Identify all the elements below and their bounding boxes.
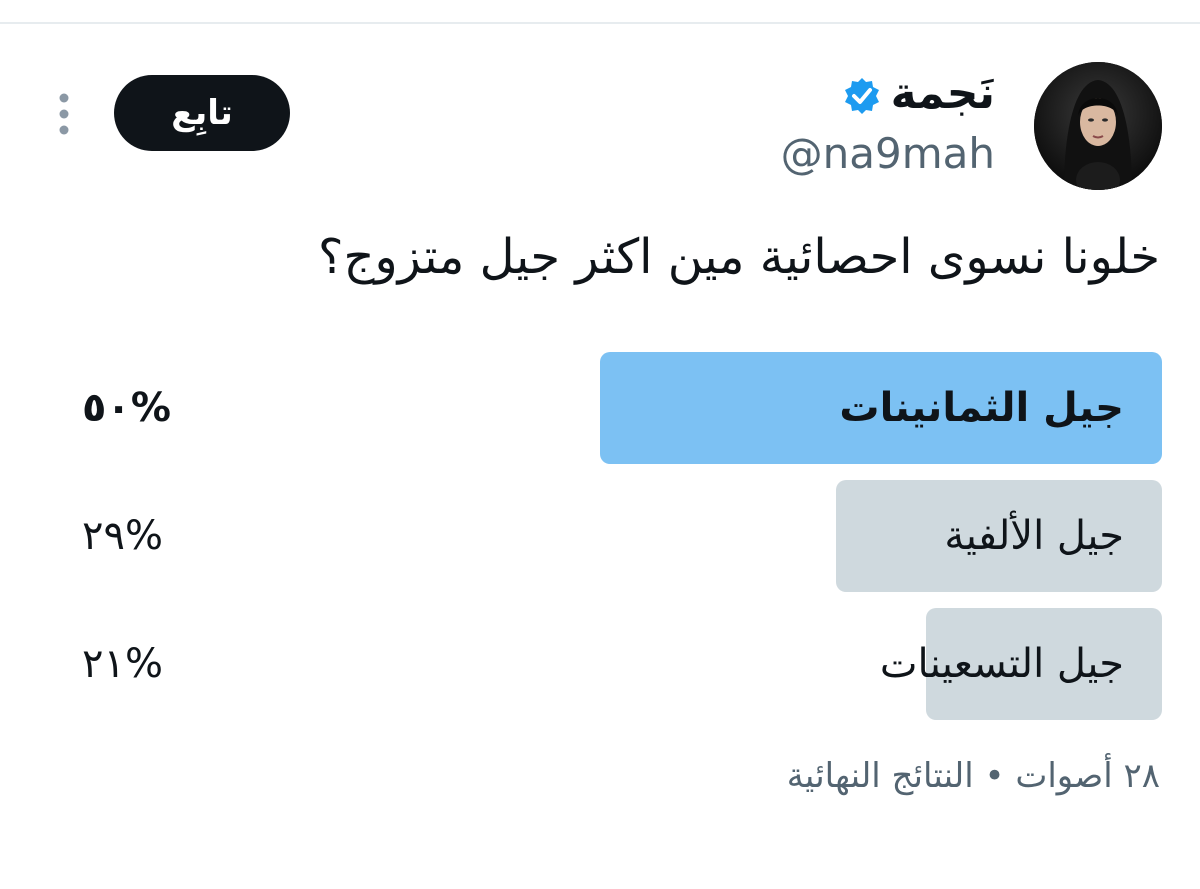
avatar[interactable] <box>1034 62 1162 190</box>
poll-option: جيل الألفية %٢٩ <box>0 478 1200 594</box>
poll-option: جيل التسعينات %٢١ <box>0 606 1200 722</box>
user-handle[interactable]: @na9mah <box>781 128 995 180</box>
tweet-text: خلونا نسوى احصائية مين اكثر جيل متزوج؟ <box>318 229 1160 285</box>
poll-meta: ٢٨ أصوات • النتائج النهائية <box>786 756 1160 796</box>
display-name[interactable]: نَجمة <box>891 66 995 122</box>
poll-option-label: جيل الثمانينات <box>839 385 1124 431</box>
tweet-header: نَجمة @na9mah تابِع <box>0 0 1200 200</box>
poll-option-label: جيل الألفية <box>944 513 1124 559</box>
verified-badge-icon <box>842 76 882 116</box>
poll: جيل الثمانينات %٥٠ جيل الألفية %٢٩ جيل ا… <box>0 350 1200 730</box>
more-vertical-icon[interactable] <box>54 90 74 138</box>
poll-option-percent: %٢١ <box>82 641 163 687</box>
poll-option-label: جيل التسعينات <box>879 641 1124 687</box>
follow-button[interactable]: تابِع <box>114 75 290 151</box>
poll-option-percent: %٥٠ <box>82 385 171 431</box>
poll-option: جيل الثمانينات %٥٠ <box>0 350 1200 466</box>
poll-option-percent: %٢٩ <box>82 513 163 559</box>
